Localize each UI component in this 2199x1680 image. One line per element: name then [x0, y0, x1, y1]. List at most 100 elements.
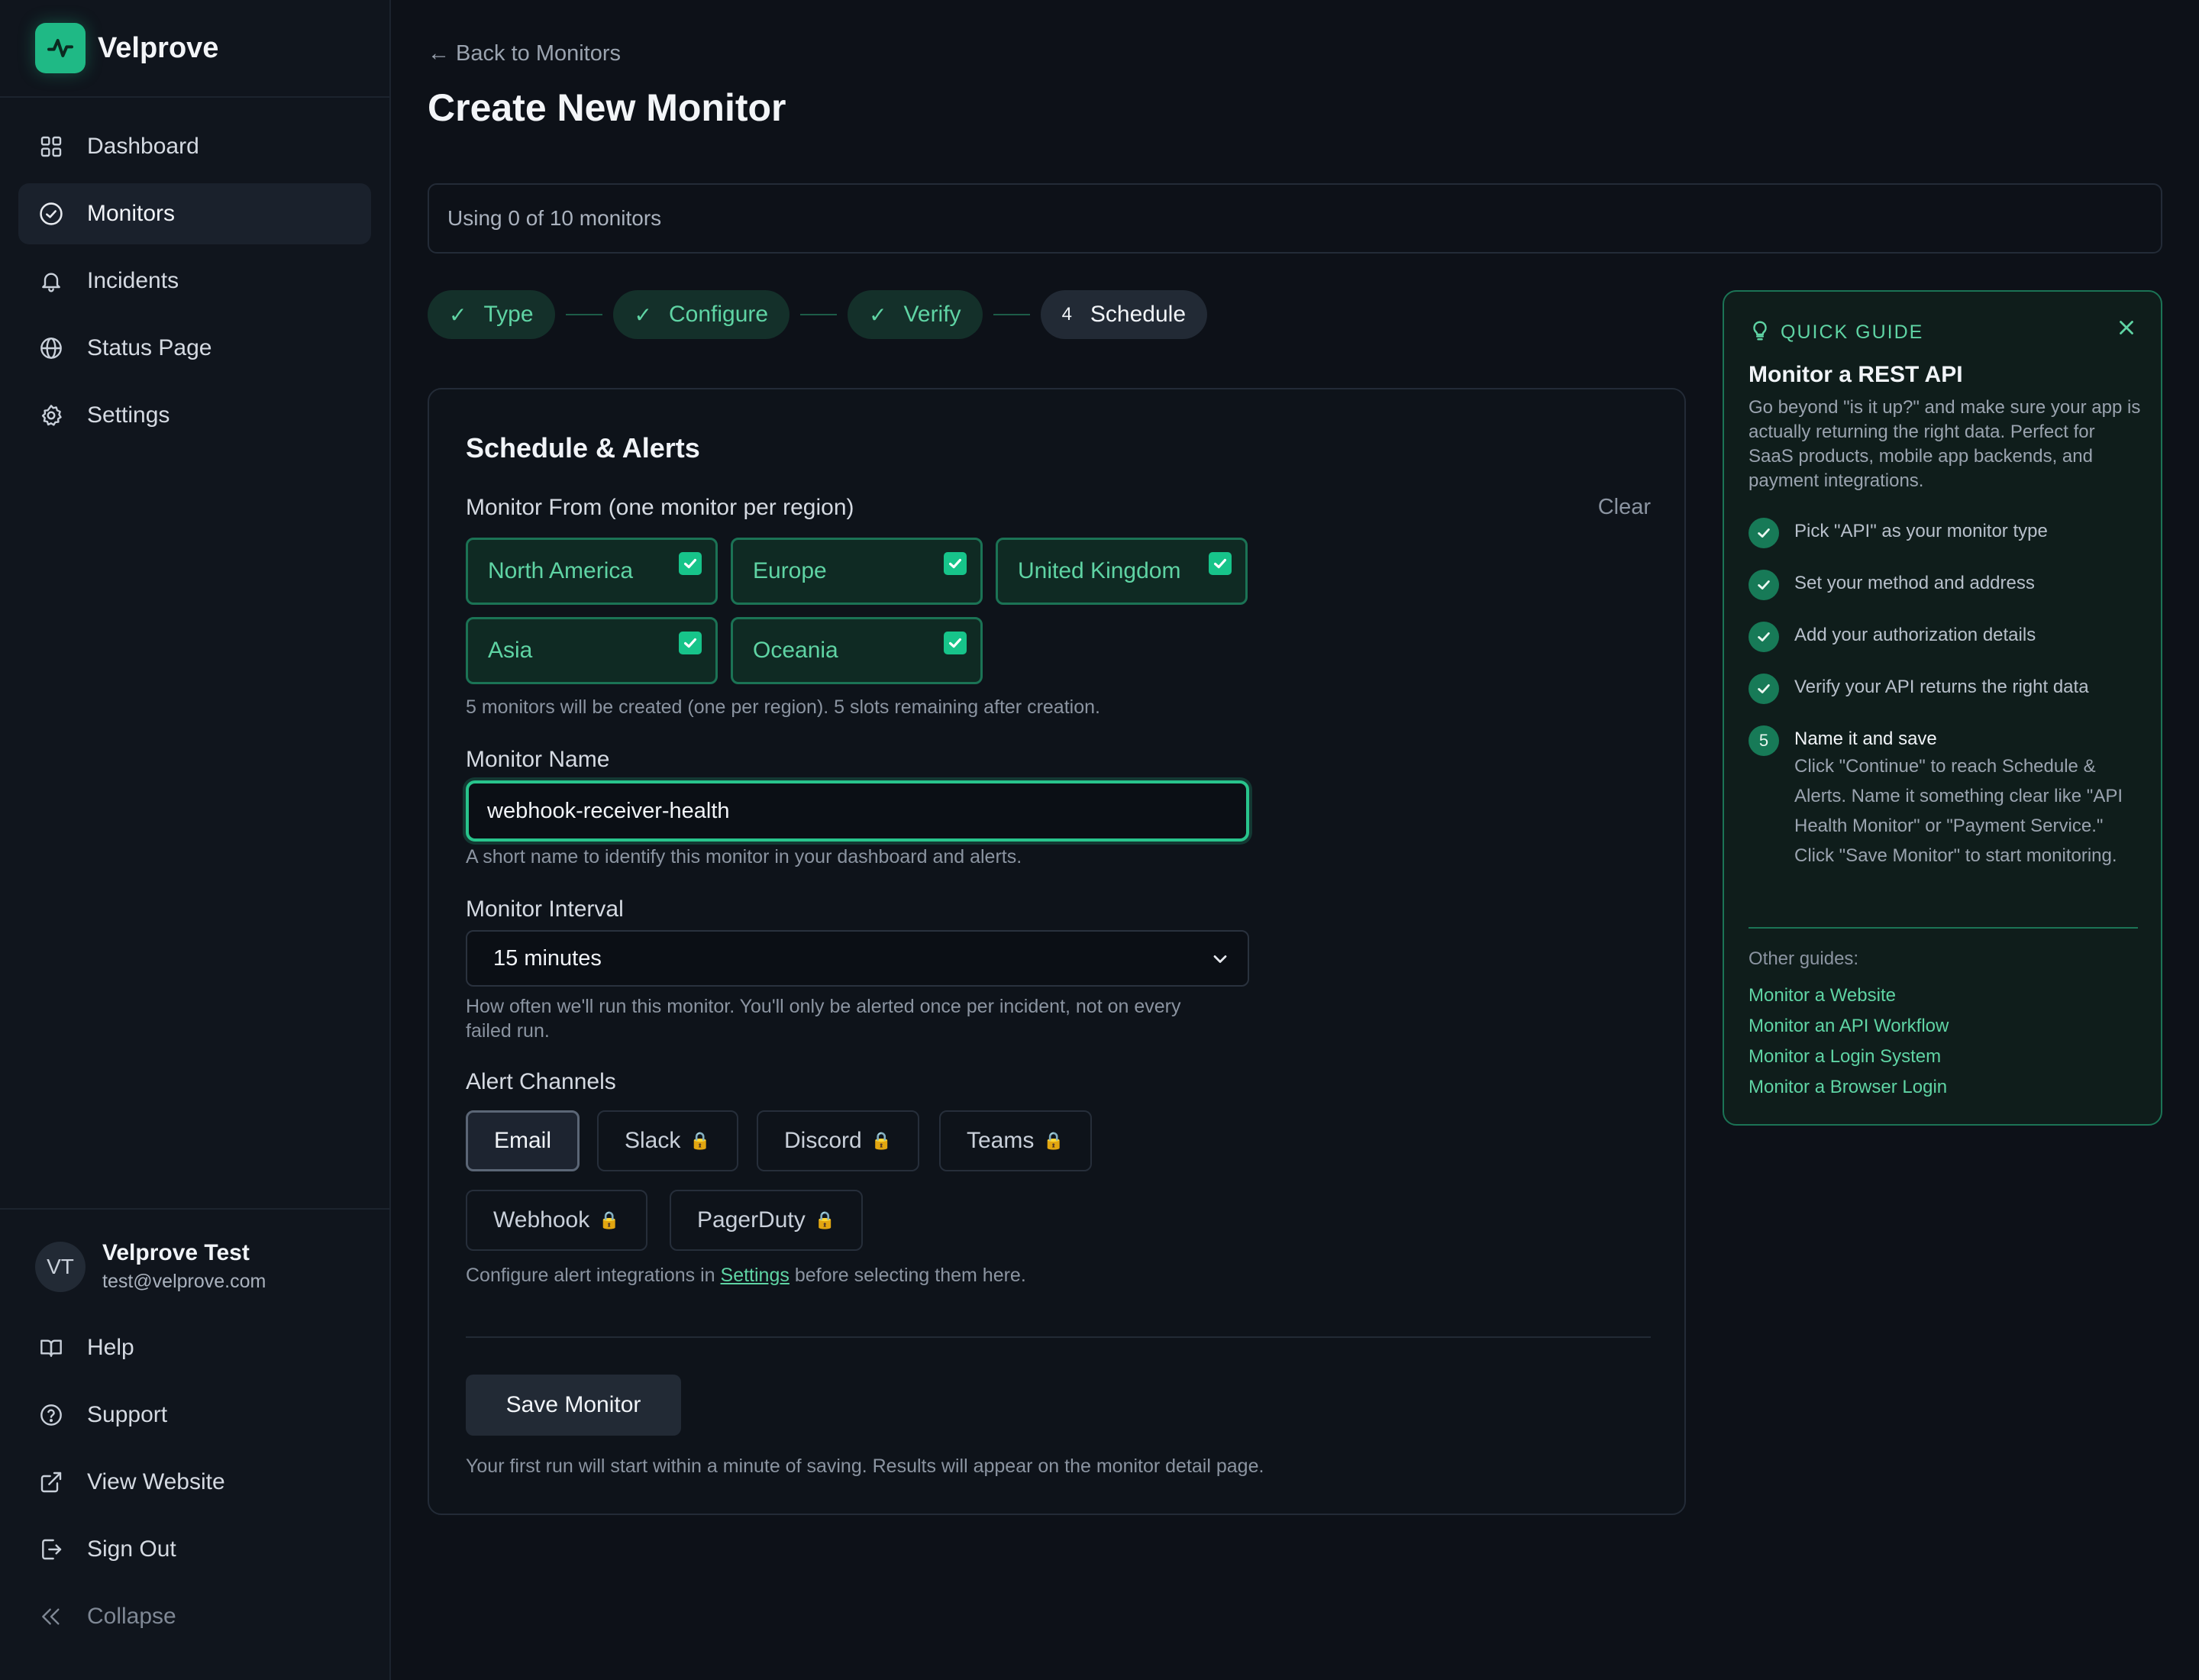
step-connector [800, 314, 838, 315]
monitor-name-input[interactable]: webhook-receiver-health [466, 780, 1249, 842]
sidebar-item-settings[interactable]: Settings [18, 385, 371, 446]
collapse-button[interactable]: Collapse [18, 1583, 371, 1650]
page-title: Create New Monitor [428, 86, 786, 129]
guide-step-label: Add your authorization details [1794, 625, 2036, 645]
divider [1749, 927, 2138, 929]
sidebar-item-label: Incidents [87, 268, 179, 293]
check-icon: ✓ [869, 302, 887, 327]
usage-banner: Using 0 of 10 monitors [428, 183, 2162, 254]
guide-step: Pick "API" as your monitor type [1749, 518, 2142, 548]
divider [466, 1336, 1651, 1338]
step-verify[interactable]: ✓ Verify [848, 290, 983, 339]
sidebar-item-label: Settings [87, 402, 170, 428]
step-number: 5 [1749, 725, 1779, 756]
monitor-interval-select[interactable]: 15 minutes [466, 930, 1249, 987]
channel-webhook[interactable]: Webhook 🔒 [466, 1190, 647, 1251]
lightbulb-icon [1749, 319, 1771, 346]
region-united-kingdom[interactable]: United Kingdom [996, 538, 1248, 605]
support-label: Support [87, 1402, 168, 1427]
settings-link[interactable]: Settings [721, 1265, 790, 1286]
step-configure[interactable]: ✓ Configure [612, 290, 790, 339]
region-oceania[interactable]: Oceania [731, 617, 983, 684]
checkbox-checked-icon[interactable] [679, 552, 702, 575]
checkbox-checked-icon[interactable] [944, 632, 967, 654]
guide-link-api-workflow[interactable]: Monitor an API Workflow [1749, 1016, 1949, 1037]
channel-discord[interactable]: Discord 🔒 [757, 1110, 920, 1171]
view-website-label: View Website [87, 1469, 225, 1494]
monitor-name-hint: A short name to identify this monitor in… [466, 846, 1022, 867]
book-icon [38, 1335, 64, 1361]
guide-tag: QUICK GUIDE [1781, 321, 1924, 343]
check-icon: ✓ [449, 302, 467, 327]
sidebar-item-monitors[interactable]: Monitors [18, 183, 371, 244]
channel-label: Slack [625, 1128, 681, 1153]
channel-label: Webhook [493, 1207, 590, 1233]
usage-text: Using 0 of 10 monitors [447, 206, 662, 230]
sign-out-link[interactable]: Sign Out [18, 1516, 371, 1583]
region-label: Oceania [753, 638, 838, 663]
channel-pagerduty[interactable]: PagerDuty 🔒 [670, 1190, 864, 1251]
step-connector [993, 314, 1030, 315]
guide-link-login-system[interactable]: Monitor a Login System [1749, 1046, 1941, 1068]
sign-out-label: Sign Out [87, 1536, 176, 1562]
alert-channels-label: Alert Channels [466, 1069, 616, 1094]
guide-step: Verify your API returns the right data [1749, 674, 2142, 704]
checkbox-checked-icon[interactable] [679, 632, 702, 654]
external-link-icon [38, 1469, 64, 1495]
check-icon [1749, 518, 1779, 548]
region-north-america[interactable]: North America [466, 538, 718, 605]
interval-hint-line: failed run. [466, 1020, 550, 1042]
sidebar-item-incidents[interactable]: Incidents [18, 250, 371, 312]
guide-step-label: Verify your API returns the right data [1794, 677, 2089, 697]
checkbox-checked-icon[interactable] [944, 552, 967, 575]
check-icon [1749, 570, 1779, 600]
clear-regions-button[interactable]: Clear [1598, 495, 1651, 520]
region-europe[interactable]: Europe [731, 538, 983, 605]
guide-step: Set your method and address [1749, 570, 2142, 600]
region-asia[interactable]: Asia [466, 617, 718, 684]
pulse-logo-icon [35, 23, 86, 73]
back-to-monitors-link[interactable]: ← Back to Monitors [428, 41, 621, 66]
lock-icon: 🔒 [1043, 1131, 1064, 1150]
collapse-label: Collapse [87, 1604, 176, 1629]
channel-email[interactable]: Email [466, 1110, 580, 1171]
sidebar: Velprove Dashboard Monitors Incidents St… [0, 0, 391, 1680]
region-label: Europe [753, 558, 827, 583]
sidebar-footer: VT Velprove Test test@velprove.com Help … [0, 1208, 389, 1680]
guide-step-content: Name it and save Click "Continue" to rea… [1794, 727, 2142, 871]
interval-value: 15 minutes [493, 945, 602, 971]
support-link[interactable]: Support [18, 1381, 371, 1449]
help-link[interactable]: Help [18, 1314, 371, 1381]
channel-slack[interactable]: Slack 🔒 [597, 1110, 738, 1171]
check-icon: ✓ [634, 302, 652, 327]
step-schedule[interactable]: 4 Schedule [1040, 290, 1208, 339]
channel-teams[interactable]: Teams 🔒 [939, 1110, 1092, 1171]
guide-step-label: Name it and save [1794, 729, 1937, 749]
user-profile[interactable]: VT Velprove Test test@velprove.com [18, 1240, 371, 1293]
guide-description: Go beyond "is it up?" and make sure your… [1749, 397, 2141, 491]
other-guides-label: Other guides: [1749, 948, 1859, 969]
guide-step-description: Click "Continue" to reach Schedule & Ale… [1794, 756, 2123, 866]
grid-icon [38, 134, 64, 160]
monitor-interval-label: Monitor Interval [466, 897, 624, 922]
interval-hint: How often we'll run this monitor. You'll… [466, 994, 1181, 1043]
globe-icon [38, 335, 64, 361]
avatar: VT [35, 1241, 86, 1292]
view-website-link[interactable]: View Website [18, 1449, 371, 1516]
guide-title: Monitor a REST API [1749, 362, 1963, 387]
region-label: United Kingdom [1018, 558, 1181, 583]
guide-link-website[interactable]: Monitor a Website [1749, 985, 1896, 1006]
save-monitor-button[interactable]: Save Monitor [466, 1375, 681, 1436]
channels-hint: Configure alert integrations in Settings… [466, 1263, 1026, 1287]
brand[interactable]: Velprove [0, 0, 389, 98]
close-icon[interactable] [2115, 316, 2138, 343]
checkbox-checked-icon[interactable] [1209, 552, 1232, 575]
step-type[interactable]: ✓ Type [428, 290, 555, 339]
save-hint: Your first run will start within a minut… [466, 1455, 1264, 1477]
guide-link-browser-login[interactable]: Monitor a Browser Login [1749, 1077, 1947, 1098]
sidebar-item-status-page[interactable]: Status Page [18, 318, 371, 379]
channels-hint-text: Configure alert integrations in [466, 1265, 721, 1286]
sign-out-icon [38, 1536, 64, 1562]
sidebar-item-dashboard[interactable]: Dashboard [18, 116, 371, 177]
regions-label: Monitor From (one monitor per region) [466, 495, 854, 520]
